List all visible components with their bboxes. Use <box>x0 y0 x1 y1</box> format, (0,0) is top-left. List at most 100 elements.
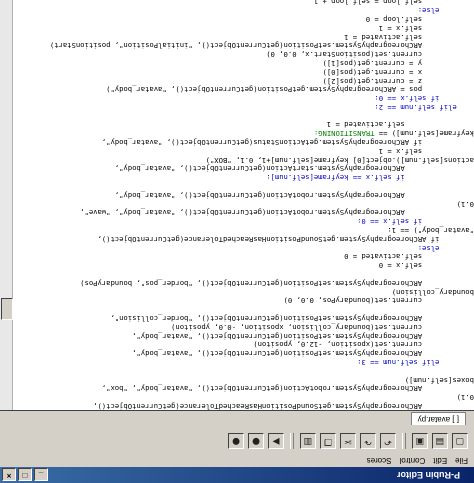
code-line[interactable]: ARChoreographySystem.startAction(getCurr… <box>12 164 474 173</box>
code-indent: boxes[self.num]) <box>404 375 474 385</box>
redo-icon[interactable]: ↷ <box>360 433 376 449</box>
code-line[interactable]: ARChoreographySystem.setPosition(getCurr… <box>12 331 474 341</box>
code-line[interactable]: else: <box>12 243 474 253</box>
menu-control[interactable]: Control <box>400 457 426 466</box>
paste-icon[interactable]: ▥ <box>300 433 316 449</box>
code-text: self.activated = 1 <box>326 120 405 130</box>
code-line[interactable]: if self.x == 0: <box>12 93 474 103</box>
code-line[interactable]: self.activated = 0 <box>12 252 474 261</box>
code-text: ARChoreographySystem.setPosition(getCurr… <box>49 41 423 51</box>
code-line[interactable]: current.set(positionStart.x, 0.0, 0) <box>12 49 474 60</box>
code-line[interactable]: boxes[self.num]) <box>12 375 474 385</box>
code-text: else: <box>417 243 440 253</box>
code-line[interactable]: ARChoreographySystem.getSoundPositionHas… <box>12 401 474 411</box>
code-line[interactable]: self.x = 1 <box>12 23 474 33</box>
code-text: self.x = 1 <box>378 146 423 156</box>
code-text: ARChoreographySystem.getSoundPositionHas… <box>93 402 423 411</box>
code-line[interactable]: y = current.get(pos[1]) <box>12 58 474 68</box>
code-text: self.loop = 0 <box>365 14 423 24</box>
maximize-button[interactable]: □ <box>18 468 32 481</box>
copy-icon[interactable]: ❐ <box>320 433 336 449</box>
code-editor[interactable]: ARChoreographySystem.getSoundPositionHas… <box>0 0 474 411</box>
code-line[interactable]: current.set(xposition, -12.0, ypositon) <box>12 340 474 349</box>
code-line[interactable]: self.activated = 1 <box>12 32 474 42</box>
vertical-scrollbar[interactable] <box>0 0 13 410</box>
close-button[interactable]: × <box>2 468 16 481</box>
code-line[interactable]: elif self.num == 3: <box>12 357 474 367</box>
code-line[interactable]: ARChoreographySystem.setPosition(getCurr… <box>12 348 474 358</box>
code-line[interactable]: self.loop = 0 <box>12 14 474 24</box>
code-line[interactable]: boundary_collision) <box>12 287 474 297</box>
cut-icon[interactable]: ✂ <box>340 433 356 449</box>
menu-edit[interactable]: Edit <box>433 457 447 466</box>
code-line[interactable]: actions[self.num]).object[0] keyframe[se… <box>12 155 474 165</box>
code-text: self.loop = self.loop + 1 <box>313 0 423 7</box>
code-line[interactable]: self.x = 0 <box>12 260 474 270</box>
undo-icon[interactable]: ↶ <box>380 433 396 449</box>
menu-scores[interactable]: Scores <box>367 457 392 466</box>
code-line[interactable]: ARChoreographySystem.robotAction(getCurr… <box>12 384 474 393</box>
code-line[interactable]: ARChoreographySystem.setPosition(getCurr… <box>12 41 474 50</box>
open-icon[interactable]: ▤ <box>432 433 448 449</box>
code-line[interactable] <box>12 111 474 120</box>
code-text: current.set(positionStart.x, 0.0, 0) <box>266 50 423 60</box>
code-line[interactable]: "avatar_body") == 1: <box>12 225 474 235</box>
code-line[interactable]: ARChoreographySystem.robotAction(getCurr… <box>12 190 474 200</box>
code-line[interactable]: if self.x == 0: <box>12 216 474 226</box>
code-indent: 0.1) <box>456 393 474 403</box>
scrollbar-thumb[interactable] <box>1 298 13 320</box>
code-line[interactable]: 0.1) <box>12 199 474 209</box>
code-line[interactable]: self.activated = 1 <box>12 120 474 130</box>
code-line[interactable]: keyframe[self.num]) == TRANSITIONING: <box>12 129 474 138</box>
code-text: else: <box>417 6 440 16</box>
code-line[interactable]: pos = ARChoreographySystem.getPosition(g… <box>12 85 474 94</box>
stop-icon[interactable]: ● <box>248 433 264 449</box>
run-icon[interactable]: ▶ <box>268 433 284 449</box>
code-line[interactable]: ARChoreographySystem.setPosition(getCurr… <box>12 313 474 323</box>
code-line[interactable]: elif self.num == 2: <box>12 102 474 112</box>
code-line[interactable] <box>12 366 474 375</box>
code-line[interactable]: current.set(boundaryPos, 0.0, 0) <box>12 296 474 305</box>
code-text: if self.x == keyframe[self.num]: <box>266 173 405 183</box>
code-text: ARChoreographySystem.robotAction(getCurr… <box>101 384 423 394</box>
code-line[interactable]: current.set(boundary_collision, xpositio… <box>12 322 474 332</box>
code-line[interactable] <box>12 181 474 190</box>
code-line[interactable]: self.x = 1 <box>12 146 474 156</box>
code-line[interactable]: if ARChoreographySystem.getActionStatus(… <box>12 137 474 147</box>
code-line[interactable]: 0.1) <box>12 392 474 403</box>
code-line[interactable]: else: <box>12 5 474 16</box>
save-icon[interactable]: ▣ <box>412 433 428 449</box>
new-icon[interactable]: ▢ <box>452 433 468 449</box>
title-bar[interactable]: P-Rubin Editor _ □ × <box>0 467 474 483</box>
code-line[interactable]: x = current.get(pos[0]) <box>12 67 474 77</box>
code-text: ARChoreographySystem.setPosition(getCurr… <box>132 331 423 341</box>
code-line[interactable]: z = current.get(pos[2]) <box>12 76 474 86</box>
code-indent: keyframe[self.num]) == <box>374 129 474 139</box>
code-line[interactable]: ARChoreographySystem.robotAction(getCurr… <box>12 208 474 217</box>
code-line[interactable] <box>12 304 474 313</box>
toolbar: ▢ ▤ ▣ ↶ ↷ ✂ ❐ ▥ ▶ ● ● <box>0 426 474 455</box>
minimize-button[interactable]: _ <box>34 468 48 481</box>
tab-avatar[interactable]: [ ] avatar.py <box>410 412 466 425</box>
code-line[interactable]: self.loop = self.loop + 1 <box>12 0 474 7</box>
code-line[interactable] <box>12 269 474 278</box>
code-line[interactable]: if ARChoreographySystem.getSoundPosition… <box>12 234 474 244</box>
code-text: current.set(boundary_collision, xpositio… <box>171 322 423 332</box>
code-text: ARChoreographySystem.startAction(getCurr… <box>114 164 405 174</box>
step-icon[interactable]: ● <box>228 433 244 449</box>
toolbar-separator <box>290 433 294 449</box>
code-line[interactable]: ARChoreographySystem.setPosition(getCurr… <box>12 278 474 288</box>
menu-file[interactable]: File <box>455 457 468 466</box>
code-text: y = current.get(pos[1]) <box>322 58 423 68</box>
code-line[interactable]: if self.x == keyframe[self.num]: <box>12 172 474 183</box>
